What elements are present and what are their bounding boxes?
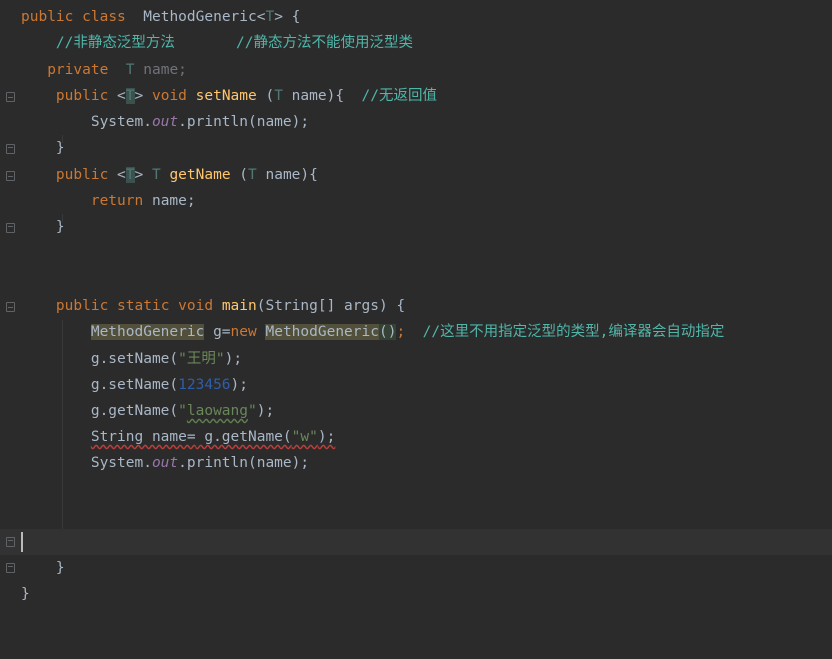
method-setName: setName — [195, 88, 257, 104]
comment-static: //静态方法不能使用泛型类 — [236, 35, 413, 51]
println-call: .println(name); — [178, 114, 310, 130]
code-line-2: //非静态泛型方法 //静态方法不能使用泛型类 — [0, 30, 832, 56]
class-name: MethodGeneric — [143, 9, 257, 25]
param-open: ( — [256, 88, 275, 104]
keyword-return: return — [90, 193, 144, 209]
call-close: ); — [317, 429, 336, 445]
keyword-public: public — [55, 88, 109, 104]
code-line-6: } — [0, 135, 832, 161]
var-decl: g= — [204, 324, 231, 340]
close-brace: } — [21, 586, 30, 602]
code-line-13: MethodGeneric g=new MethodGeneric(); //这… — [0, 319, 832, 345]
open-brace: { — [282, 9, 301, 25]
code-line-4: public <T> void setName (T name){ //无返回值 — [0, 83, 832, 109]
comment-nonstatic: //非静态泛型方法 — [55, 35, 175, 51]
paren-match: () — [378, 324, 397, 340]
close-brace: } — [55, 140, 65, 156]
println-call: .println(name); — [178, 455, 310, 471]
comment-no-generic: //这里不用指定泛型的类型,编译器会自动指定 — [422, 324, 725, 340]
call-close: ); — [256, 403, 275, 419]
fold-end-icon[interactable] — [6, 537, 15, 547]
angle-open: < — [117, 88, 126, 104]
return-expr: name; — [143, 193, 196, 209]
field-name: name — [143, 62, 179, 78]
code-line-22: } — [0, 555, 832, 581]
param-type: T — [248, 167, 257, 183]
comment-no-return: //无返回值 — [361, 88, 437, 104]
quote: " — [178, 403, 187, 419]
system-ref: System. — [90, 114, 152, 130]
code-line-9: } — [0, 214, 832, 240]
number-literal: 123456 — [178, 377, 231, 393]
text-caret — [21, 532, 23, 552]
string-literal: "王明" — [178, 351, 225, 367]
type-param: T — [265, 9, 275, 25]
code-line-17: String name= g.getName("w"); — [0, 424, 832, 450]
call-close: ); — [224, 351, 243, 367]
call-setName: g.setName( — [90, 377, 179, 393]
error-call: g.getName( — [195, 429, 292, 445]
param-type: T — [274, 88, 283, 104]
semicolon: ; — [396, 324, 406, 340]
type-param-highlight: T — [125, 167, 135, 183]
main-signature: (String[] args) { — [256, 298, 406, 314]
method-getName: getName — [169, 167, 231, 183]
current-line-highlight[interactable] — [0, 529, 832, 555]
code-line-8: return name; — [0, 188, 832, 214]
keyword-void: void — [151, 88, 187, 104]
method-main: main — [221, 298, 257, 314]
call-setName: g.setName( — [90, 351, 179, 367]
keyword-class: class — [82, 9, 126, 25]
keyword-public: public — [55, 167, 109, 183]
out-field: out — [151, 455, 179, 471]
semicolon: ; — [178, 62, 187, 78]
code-line-18: System.out.println(name); — [0, 450, 832, 476]
raw-type-warning: MethodGeneric — [265, 324, 379, 340]
keyword-new: new — [230, 324, 257, 340]
raw-type-warning: MethodGeneric — [90, 324, 205, 340]
call-getName: g.getName( — [90, 403, 179, 419]
angle-close: > — [134, 167, 144, 183]
out-field: out — [151, 114, 179, 130]
error-declaration: String name= — [90, 429, 196, 445]
code-line-1: public class MethodGeneric<T> { — [21, 9, 301, 25]
close-brace: } — [55, 560, 65, 576]
code-line-15: g.setName(123456); — [0, 372, 832, 398]
keyword-private: private — [47, 62, 109, 78]
string-literal: "w" — [291, 429, 318, 445]
keyword-public: public — [21, 9, 74, 25]
close-brace: } — [55, 219, 65, 235]
system-ref: System. — [90, 455, 152, 471]
angle-close: > — [134, 88, 144, 104]
code-line-16: g.getName("laowang"); — [0, 398, 832, 424]
code-line-14: g.setName("王明"); — [0, 346, 832, 372]
field-type: T — [125, 62, 135, 78]
angle-open: < — [117, 167, 126, 183]
param-rest: name){ — [256, 167, 318, 183]
keyword-void: void — [178, 298, 214, 314]
code-line-7: public <T> T getName (T name){ — [0, 162, 832, 188]
type-param-highlight: T — [125, 88, 135, 104]
code-line-5: System.out.println(name); — [0, 109, 832, 135]
code-line-12: public static void main(String[] args) { — [0, 293, 832, 319]
code-line-3: private T name; — [0, 57, 832, 83]
string-literal-typo: laowang — [186, 403, 248, 419]
keyword-public: public — [55, 298, 109, 314]
code-line-23: } — [0, 581, 832, 607]
keyword-static: static — [117, 298, 170, 314]
code-editor[interactable]: public class MethodGeneric<T> { //非静态泛型方… — [0, 0, 832, 624]
call-close: ); — [230, 377, 249, 393]
quote: " — [248, 403, 257, 419]
return-type: T — [151, 167, 161, 183]
param-rest: name){ — [282, 88, 345, 104]
param-open: ( — [230, 167, 249, 183]
